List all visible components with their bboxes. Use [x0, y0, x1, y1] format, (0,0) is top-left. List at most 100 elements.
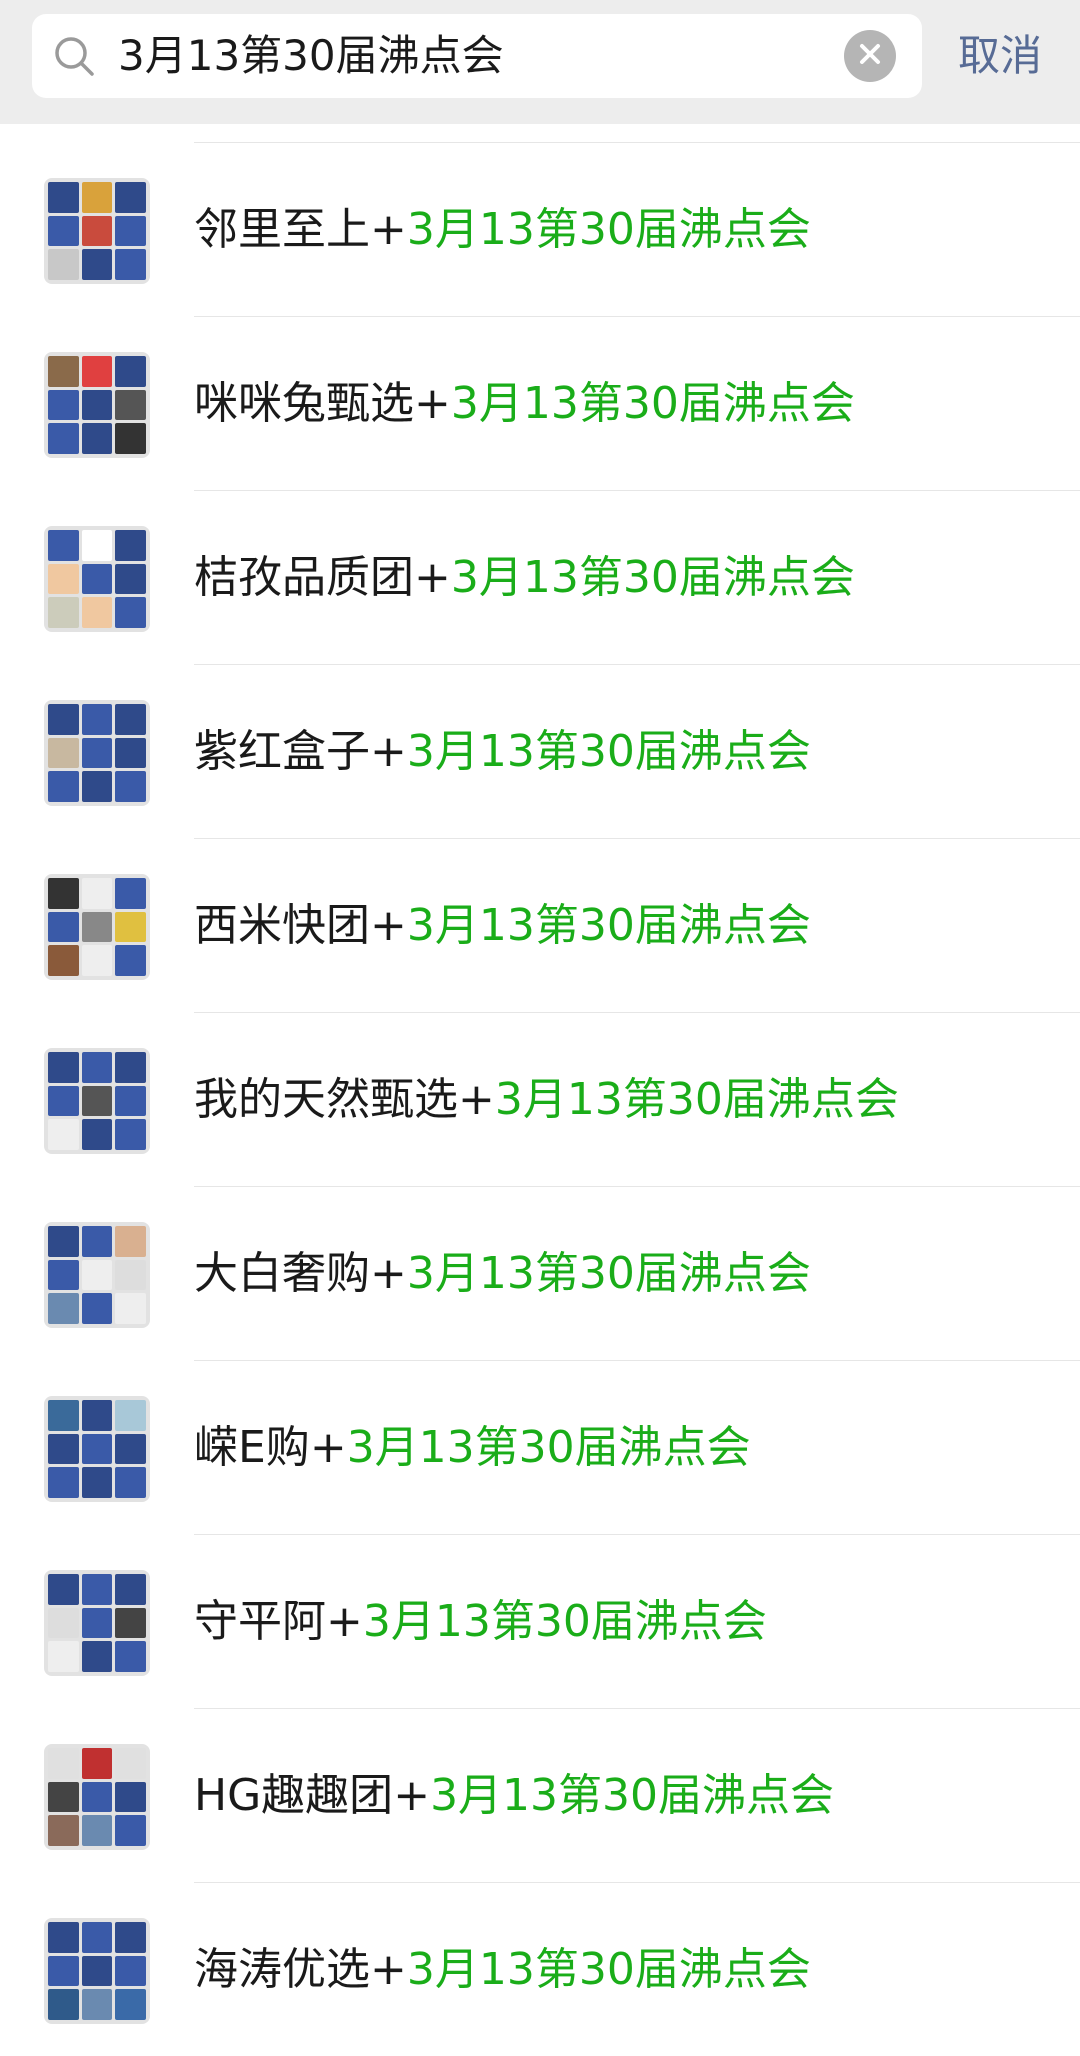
- group-avatar: [44, 526, 150, 632]
- name-joiner: +: [458, 1074, 495, 1125]
- search-input[interactable]: 3月13第30届沸点会: [118, 14, 504, 98]
- keyword-highlight: 3月13第30届沸点会: [362, 1596, 767, 1647]
- divider-mask: [0, 490, 194, 492]
- name-joiner: +: [414, 378, 451, 429]
- avatar-tile: [115, 737, 146, 769]
- avatar-tile: [81, 1989, 113, 2020]
- result-item[interactable]: 桔孜品质团+3月13第30届沸点会: [0, 490, 1080, 664]
- result-item[interactable]: 大白奢购+3月13第30届沸点会: [0, 1186, 1080, 1360]
- result-title: 紫红盒子+3月13第30届沸点会: [194, 665, 811, 838]
- name-joiner: +: [370, 726, 407, 777]
- group-name: 守平阿: [194, 1596, 326, 1647]
- result-item[interactable]: 咪咪兔甄选+3月13第30届沸点会: [0, 316, 1080, 490]
- keyword-highlight: 3月13第30届沸点会: [346, 1422, 751, 1473]
- result-item[interactable]: 我的天然甄选+3月13第30届沸点会: [0, 1012, 1080, 1186]
- avatar-tile: [48, 356, 79, 387]
- avatar-tile: [48, 878, 79, 909]
- avatar-tile: [81, 704, 113, 735]
- divider-mask: [0, 1882, 194, 1884]
- result-title: HG趣趣团+3月13第30届沸点会: [194, 1709, 834, 1882]
- avatar-tile: [48, 737, 79, 769]
- avatar-tile: [81, 945, 113, 976]
- avatar-tile: [115, 1955, 146, 1987]
- name-joiner: +: [326, 1596, 363, 1647]
- avatar-tile: [115, 1574, 146, 1605]
- avatar-tile: [81, 530, 113, 561]
- avatar-tile: [115, 771, 146, 802]
- group-name: 嵘E购: [194, 1422, 310, 1473]
- group-name: 桔孜品质团: [194, 552, 414, 603]
- search-header: 3月13第30届沸点会 取消: [0, 0, 1080, 124]
- avatar-tile: [115, 1226, 146, 1257]
- group-avatar: [44, 1048, 150, 1154]
- avatar-tile: [81, 1293, 113, 1324]
- result-item[interactable]: 邻里至上+3月13第30届沸点会: [0, 142, 1080, 316]
- avatar-tile: [81, 1955, 113, 1987]
- result-item[interactable]: 西米快团+3月13第30届沸点会: [0, 838, 1080, 1012]
- avatar-tile: [115, 1922, 146, 1953]
- avatar-tile: [81, 1085, 113, 1117]
- cancel-button[interactable]: 取消: [958, 14, 1042, 98]
- avatar-tile: [115, 249, 146, 280]
- result-item[interactable]: 紫红盒子+3月13第30届沸点会: [0, 664, 1080, 838]
- avatar-tile: [115, 1052, 146, 1083]
- avatar-tile: [115, 1467, 146, 1498]
- avatar-tile: [115, 597, 146, 628]
- name-joiner: +: [370, 1944, 407, 1995]
- keyword-highlight: 3月13第30届沸点会: [406, 900, 811, 951]
- avatar-tile: [81, 563, 113, 595]
- avatar-tile: [48, 389, 79, 421]
- divider-mask: [0, 1012, 194, 1014]
- clear-button[interactable]: [844, 30, 896, 82]
- avatar-tile: [115, 704, 146, 735]
- avatar-tile: [48, 1748, 79, 1779]
- avatar-tile: [48, 1607, 79, 1639]
- avatar-tile: [81, 1400, 113, 1431]
- avatar-tile: [115, 911, 146, 943]
- avatar-tile: [115, 945, 146, 976]
- avatar-tile: [81, 1226, 113, 1257]
- result-title: 大白奢购+3月13第30届沸点会: [194, 1187, 811, 1360]
- avatar-tile: [81, 356, 113, 387]
- avatar-tile: [81, 1259, 113, 1291]
- result-title: 守平阿+3月13第30届沸点会: [194, 1535, 767, 1708]
- keyword-highlight: 3月13第30届沸点会: [406, 726, 811, 777]
- result-title: 我的天然甄选+3月13第30届沸点会: [194, 1013, 899, 1186]
- group-avatar: [44, 178, 150, 284]
- avatar-tile: [81, 215, 113, 247]
- avatar-tile: [48, 1052, 79, 1083]
- avatar-tile: [81, 249, 113, 280]
- avatar-tile: [81, 1922, 113, 1953]
- result-item[interactable]: HG趣趣团+3月13第30届沸点会: [0, 1708, 1080, 1882]
- group-avatar: [44, 1396, 150, 1502]
- avatar-tile: [81, 1119, 113, 1150]
- result-item[interactable]: 守平阿+3月13第30届沸点会: [0, 1534, 1080, 1708]
- search-result-list: 邻里至上+3月13第30届沸点会 咪咪兔甄选+3月13第30届沸点会 桔孜品质团+3…: [0, 142, 1080, 2056]
- avatar-tile: [81, 878, 113, 909]
- result-item[interactable]: 嵘E购+3月13第30届沸点会: [0, 1360, 1080, 1534]
- avatar-tile: [48, 771, 79, 802]
- group-name: 西米快团: [194, 900, 370, 951]
- search-box[interactable]: 3月13第30届沸点会: [32, 14, 922, 98]
- divider-mask: [0, 142, 194, 144]
- avatar-tile: [81, 1641, 113, 1672]
- divider-mask: [0, 664, 194, 666]
- avatar-tile: [115, 1293, 146, 1324]
- avatar-tile: [115, 563, 146, 595]
- result-item[interactable]: 海涛优选+3月13第30届沸点会: [0, 1882, 1080, 2056]
- divider-mask: [0, 1186, 194, 1188]
- name-joiner: +: [414, 552, 451, 603]
- group-name: 海涛优选: [194, 1944, 370, 1995]
- avatar-tile: [81, 1607, 113, 1639]
- avatar-tile: [48, 1226, 79, 1257]
- avatar-tile: [81, 737, 113, 769]
- group-avatar: [44, 1570, 150, 1676]
- group-name: 大白奢购: [194, 1248, 370, 1299]
- avatar-tile: [81, 1433, 113, 1465]
- group-name: 紫红盒子: [194, 726, 370, 777]
- avatar-tile: [48, 1400, 79, 1431]
- avatar-tile: [81, 1052, 113, 1083]
- avatar-tile: [48, 1467, 79, 1498]
- avatar-tile: [115, 1815, 146, 1846]
- avatar-tile: [48, 215, 79, 247]
